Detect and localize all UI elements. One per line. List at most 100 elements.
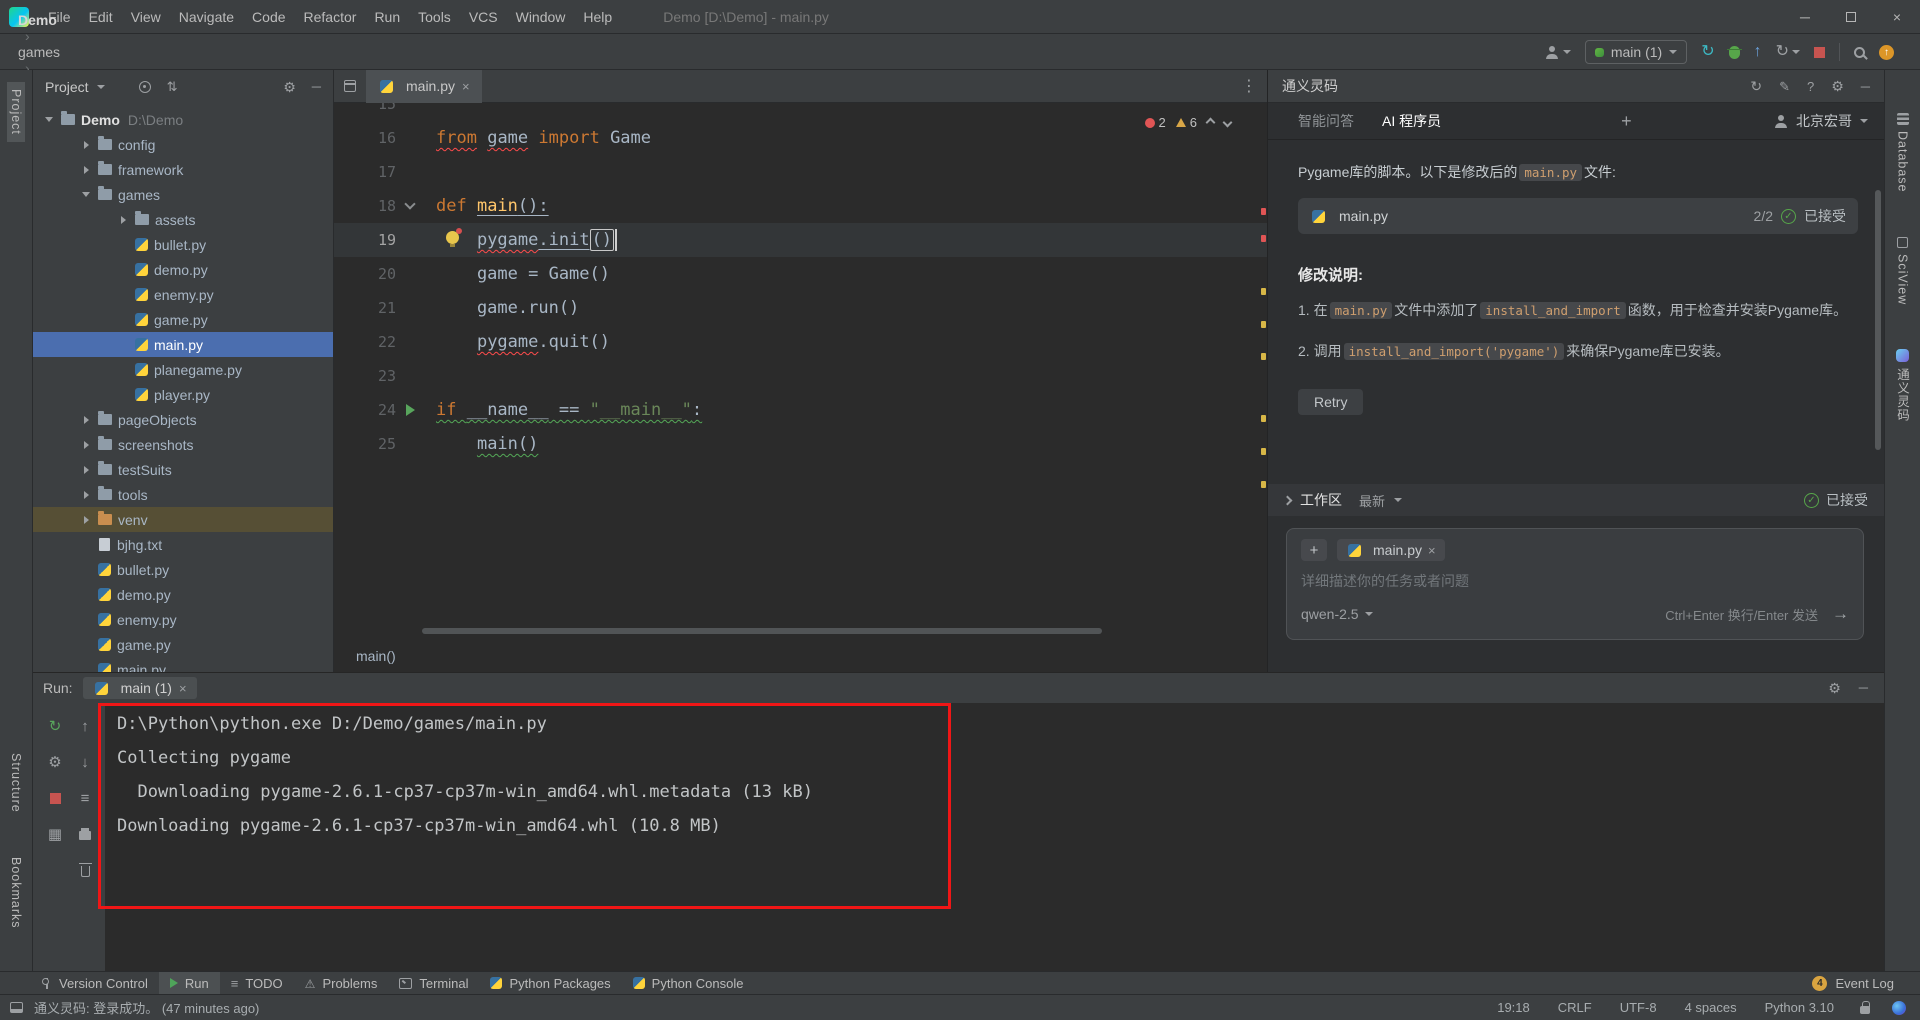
toggle-toolwindows-icon[interactable] [10,1002,23,1013]
project-tree-item-game-py[interactable]: game.py [33,632,333,657]
profile-button[interactable]: ↑ [1754,44,1762,60]
expand-arrow-icon[interactable] [76,457,96,482]
error-stripe-mark[interactable] [1261,353,1266,360]
ai-user-menu[interactable]: 北京宏哥 [1774,111,1868,131]
stripe-item-project[interactable]: Project [7,82,25,142]
gear-icon[interactable]: ⚙ [283,80,296,94]
code-line-20[interactable]: 20 game = Game() [334,257,1267,291]
project-tree-item-main-py[interactable]: main.py [33,332,333,357]
expand-arrow-icon[interactable] [76,132,96,157]
code-line-18[interactable]: 18def main(): [334,189,1267,223]
close-window-button[interactable]: × [1874,0,1920,34]
clear-console-icon[interactable] [71,853,99,887]
menu-help[interactable]: Help [574,9,621,25]
gear-icon[interactable]: ⚙ [1828,681,1841,695]
error-stripe[interactable] [1261,103,1266,640]
project-tree-item-games[interactable]: games [33,182,333,207]
toolwindow-python-console[interactable]: Python Console [622,972,755,994]
fold-icon[interactable] [404,198,415,209]
code-line-21[interactable]: 21 game.run() [334,291,1267,325]
expand-arrow-icon[interactable] [113,207,133,232]
code-line-22[interactable]: 22 pygame.quit() [334,325,1267,359]
remove-context-icon[interactable]: × [1428,543,1436,558]
maximize-window-button[interactable] [1828,0,1874,34]
toolwindow-python-packages[interactable]: Python Packages [479,972,621,994]
rerun-button[interactable]: ↻ [1701,44,1714,60]
close-tab-icon[interactable]: × [179,681,187,696]
locate-file-icon[interactable] [139,81,151,93]
up-stack-trace-icon[interactable]: ↑ [71,709,99,743]
debug-button[interactable] [1729,46,1740,59]
stripe-item-通义灵码[interactable]: 通义灵码 [1891,342,1914,429]
run-tab-main-1[interactable]: main (1) × [83,677,197,699]
expand-arrow-icon[interactable] [76,507,96,532]
project-tree-item-bjhg-txt[interactable]: bjhg.txt [33,532,333,557]
toolwindow-terminal[interactable]: Terminal [388,972,479,994]
close-tab-icon[interactable]: × [462,79,470,94]
help-icon[interactable]: ? [1807,80,1814,93]
ai-input-box[interactable]: + main.py × 详细描述你的任务或者问题 qwen-2.5 Ctrl+E… [1286,528,1864,640]
breadcrumb-item-demo[interactable]: Demo [18,12,93,28]
rerun-icon[interactable]: ↻ [41,709,69,743]
error-stripe-mark[interactable] [1261,288,1266,295]
project-tree-item-framework[interactable]: framework [33,157,333,182]
code-line-17[interactable]: 17 [334,155,1267,189]
project-tree-item-demo[interactable]: DemoD:\Demo [33,107,333,132]
retry-button[interactable]: Retry [1298,389,1363,415]
intention-bulb-icon[interactable] [446,231,459,244]
project-view-select[interactable]: Project [45,79,89,95]
stripe-item-structure[interactable]: Structure [7,746,25,820]
stop-icon[interactable] [41,781,69,815]
run-line-icon[interactable] [406,404,415,416]
status-4-spaces[interactable]: 4 spaces [1685,1000,1737,1015]
error-stripe-mark[interactable] [1261,208,1266,215]
expand-arrow-icon[interactable] [76,157,96,182]
project-tree-item-demo-py[interactable]: demo.py [33,257,333,282]
hide-panel-icon[interactable]: ─ [1859,681,1868,695]
code-line-24[interactable]: 24if __name__ == "__main__": [334,393,1267,427]
menu-run[interactable]: Run [365,9,409,25]
send-icon[interactable]: → [1832,604,1849,624]
add-context-button[interactable]: + [1301,539,1327,561]
history-icon[interactable]: ↻ [1750,79,1762,93]
settings-icon[interactable]: ⚙ [41,745,69,779]
minimize-window-button[interactable]: ─ [1782,0,1828,34]
inspection-widget[interactable]: 2 6 [1145,115,1231,130]
horizontal-scrollbar[interactable] [422,628,1102,634]
project-tree-item-enemy-py[interactable]: enemy.py [33,282,333,307]
project-tree-item-venv[interactable]: venv [33,507,333,532]
stripe-item-database[interactable]: Database [1894,106,1912,200]
error-stripe-mark[interactable] [1261,321,1266,328]
run-config-select[interactable]: main (1) [1585,40,1687,64]
down-stack-trace-icon[interactable]: ↓ [71,745,99,779]
toolwindow-run[interactable]: Run [159,972,220,994]
soft-wrap-icon[interactable]: ≡ [71,781,99,815]
workspace-latest-select[interactable]: 最新 [1359,491,1385,510]
run-console[interactable]: D:\Python\python.exe D:/Demo/games/main.… [105,703,1884,971]
code-line-23[interactable]: 23 [334,359,1267,393]
collapse-arrow-icon[interactable] [39,107,59,132]
update-notification-icon[interactable]: ↑ [1879,45,1894,60]
error-stripe-mark[interactable] [1261,481,1266,488]
code-line-19[interactable]: 19 pygame.init() [334,223,1267,257]
expand-arrow-icon[interactable] [76,407,96,432]
context-file-chip[interactable]: main.py × [1337,539,1445,561]
editor-tab-main-py[interactable]: main.py × [366,70,482,103]
input-method-icon[interactable] [1892,1001,1906,1015]
breadcrumb-item-games[interactable]: games [18,44,93,60]
ai-input-placeholder[interactable]: 详细描述你的任务或者问题 [1301,571,1849,591]
collapse-all-icon[interactable]: ⇅ [167,80,178,93]
event-log-button[interactable]: 4 Event Log [1812,976,1894,991]
toolwindow-problems[interactable]: Problems [294,972,389,994]
stripe-item-sciview[interactable]: SciView [1894,230,1912,312]
new-chat-icon[interactable]: ✎ [1779,80,1790,93]
stop-button[interactable] [1814,47,1825,58]
menu-tools[interactable]: Tools [409,9,460,25]
breadcrumb-function[interactable]: main() [356,648,396,664]
code-editor[interactable]: 1516from game import Game1718def main():… [334,103,1267,640]
project-tree-item-player-py[interactable]: player.py [33,382,333,407]
menu-refactor[interactable]: Refactor [295,9,366,25]
status-crlf[interactable]: CRLF [1558,1000,1592,1015]
project-tree-item-enemy-py[interactable]: enemy.py [33,607,333,632]
new-session-icon[interactable]: + [1621,111,1632,132]
